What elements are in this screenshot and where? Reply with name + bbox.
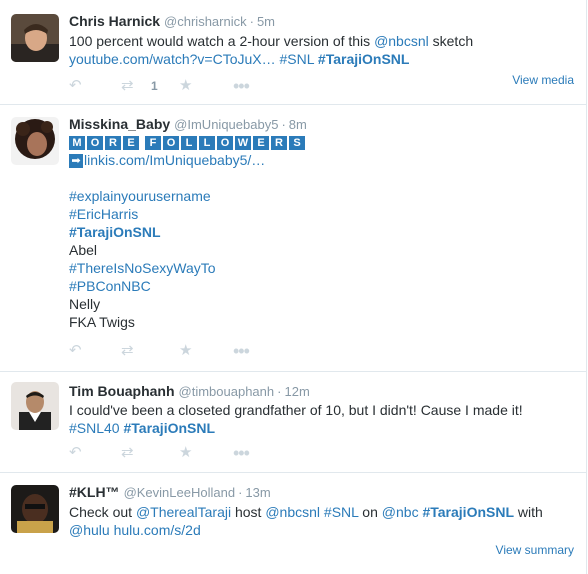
tweet-text: I could've been a closeted grandfather o… (69, 401, 576, 437)
tweet[interactable]: Misskina_Baby @ImUniquebaby5 · 8m MOREFOLLO… (0, 105, 586, 372)
reply-icon[interactable]: ↶ (69, 343, 82, 359)
hashtag-link[interactable]: #SNL (280, 51, 315, 67)
badge-letter: M (69, 136, 85, 151)
author-name[interactable]: #KLH™ (69, 484, 120, 500)
mention-link[interactable]: @nbcsnl (374, 33, 429, 49)
hashtag-link[interactable]: #TarajiOnSNL (69, 224, 161, 240)
tweet-header: #KLH™ @KevinLeeHolland · 13m (69, 483, 576, 501)
badge-letter: L (199, 136, 215, 151)
separator: · (281, 117, 286, 132)
text-line: Nelly (69, 296, 101, 312)
mention-link[interactable]: @hulu (69, 522, 110, 538)
text-line: FKA Twigs (69, 314, 135, 330)
tweet[interactable]: #KLH™ @KevinLeeHolland · 13m Check out @The… (0, 473, 586, 574)
separator: · (238, 485, 243, 500)
retweet-icon[interactable]: ⇄ (121, 78, 134, 94)
hashtag-link[interactable]: #TarajiOnSNL (123, 420, 215, 436)
badge-letter: O (217, 136, 233, 151)
hashtag-link[interactable]: #SNL (324, 504, 359, 520)
author-handle[interactable]: @ImUniquebaby5 (174, 117, 278, 132)
more-icon[interactable]: ••• (233, 342, 250, 360)
timeline: Chris Harnick @chrisharnick · 5m 100 percen… (0, 0, 587, 574)
tweet-header: Chris Harnick @chrisharnick · 5m (69, 12, 576, 30)
favorite-icon[interactable]: ★ (179, 445, 192, 461)
tweet[interactable]: Tim Bouaphanh @timbouaphanh · 12m I could'v… (0, 372, 586, 473)
tweet-header: Misskina_Baby @ImUniquebaby5 · 8m (69, 115, 576, 133)
tweet-header: Tim Bouaphanh @timbouaphanh · 12m (69, 382, 576, 400)
tweet-text: MOREFOLLOWERS ➡ linkis.com/ImUniquebaby5/… (69, 133, 576, 331)
badge-letter: E (253, 136, 269, 151)
text-segment: I could've been a closeted grandfather o… (69, 402, 523, 418)
retweet-count: 1 (151, 79, 158, 93)
favorite-icon[interactable]: ★ (179, 343, 192, 359)
separator: · (249, 14, 254, 29)
view-media-link[interactable]: View media (512, 73, 574, 87)
text-segment: sketch (428, 33, 474, 49)
author-name[interactable]: Misskina_Baby (69, 116, 170, 132)
arrow-icon: ➡ (69, 154, 83, 169)
timestamp[interactable]: 5m (257, 14, 275, 29)
author-name[interactable]: Tim Bouaphanh (69, 383, 175, 399)
mention-link[interactable]: @nbcsnl (265, 504, 320, 520)
badge-letter: O (87, 136, 103, 151)
retweet-icon[interactable]: ⇄ (121, 343, 134, 359)
mention-link[interactable]: @TherealTaraji (136, 504, 231, 520)
url-link[interactable]: hulu.com/s/2d (114, 522, 201, 538)
text-line: Abel (69, 242, 98, 258)
text-segment: on (358, 504, 382, 520)
tweet-text: Check out @TherealTaraji host @nbcsnl #S… (69, 503, 576, 539)
timestamp[interactable]: 8m (289, 117, 307, 132)
hashtag-link[interactable]: #PBConNBC (69, 278, 151, 294)
hashtag-link[interactable]: #explainyourusername (69, 188, 211, 204)
favorite-icon[interactable]: ★ (179, 78, 192, 94)
hashtag-link[interactable]: #ThereIsNoSexyWayTo (69, 260, 216, 276)
badge-letter: S (289, 136, 305, 151)
timestamp[interactable]: 12m (284, 384, 309, 399)
badge-letter: E (123, 136, 139, 151)
badge-row: MOREFOLLOWERS (69, 133, 576, 151)
badge-letter: W (235, 136, 251, 151)
hashtag-link[interactable]: #TarajiOnSNL (318, 51, 410, 67)
text-segment: Check out (69, 504, 136, 520)
separator: · (277, 384, 282, 399)
url-link[interactable]: youtube.com/watch?v=CToJuX… (69, 51, 276, 67)
tweet-text: 100 percent would watch a 2-hour version… (69, 32, 576, 68)
retweet-icon[interactable]: ⇄ (121, 445, 134, 461)
text-segment: 100 percent would watch a 2-hour version… (69, 33, 375, 49)
text-segment: host (231, 504, 266, 520)
hashtag-link[interactable]: #EricHarris (69, 206, 138, 222)
badge-letter: O (163, 136, 179, 151)
avatar[interactable] (11, 14, 59, 62)
badge-letter: R (271, 136, 287, 151)
avatar[interactable] (11, 117, 59, 165)
author-handle[interactable]: @timbouaphanh (179, 384, 275, 399)
tweet[interactable]: Chris Harnick @chrisharnick · 5m 100 percen… (0, 0, 586, 105)
author-handle[interactable]: @KevinLeeHolland (124, 485, 236, 500)
view-summary-link[interactable]: View summary (496, 543, 574, 557)
more-icon[interactable]: ••• (233, 77, 250, 95)
badge-letter: L (181, 136, 197, 151)
hashtag-link[interactable]: #SNL40 (69, 420, 120, 436)
mention-link[interactable]: @nbc (382, 504, 419, 520)
reply-icon[interactable]: ↶ (69, 445, 82, 461)
avatar[interactable] (11, 382, 59, 430)
hashtag-link[interactable]: #TarajiOnSNL (422, 504, 514, 520)
timestamp[interactable]: 13m (245, 485, 270, 500)
author-handle[interactable]: @chrisharnick (164, 14, 247, 29)
badge-letter: R (105, 136, 121, 151)
badge-letter: F (145, 136, 161, 151)
author-name[interactable]: Chris Harnick (69, 13, 160, 29)
avatar[interactable] (11, 485, 59, 533)
reply-icon[interactable]: ↶ (69, 78, 82, 94)
url-link[interactable]: linkis.com/ImUniquebaby5/… (84, 152, 265, 168)
more-icon[interactable]: ••• (233, 444, 250, 462)
text-segment: with (514, 504, 543, 520)
